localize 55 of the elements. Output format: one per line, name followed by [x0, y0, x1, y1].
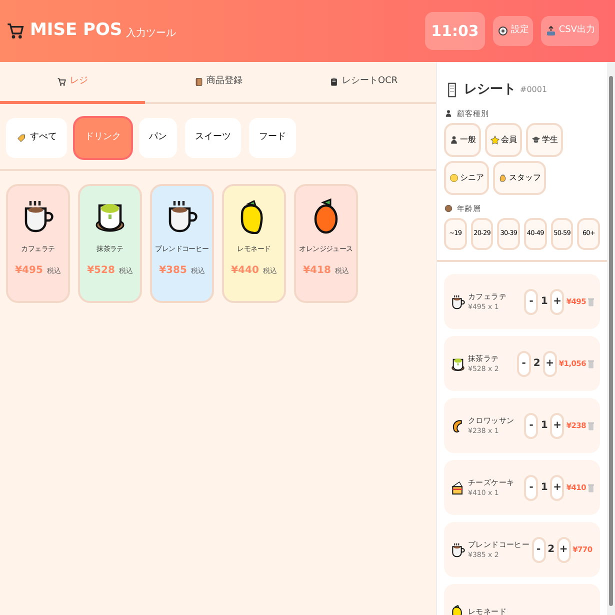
person-icon	[444, 108, 454, 118]
export-icon	[544, 25, 557, 37]
increase-button[interactable]: +	[556, 536, 571, 562]
customer-type-button[interactable]: 学生	[526, 122, 564, 157]
increase-button[interactable]: +	[550, 412, 564, 438]
settings-icon	[496, 25, 509, 37]
customer-type-button[interactable]: スタッフ	[493, 160, 546, 195]
tab[interactable]: 商品登録	[145, 62, 291, 102]
trash-icon[interactable]	[588, 482, 594, 492]
item-quantity: 1	[540, 295, 548, 309]
product-price: ¥385	[159, 264, 187, 278]
customer-type-button[interactable]: シニア	[444, 160, 490, 195]
decrease-button[interactable]: -	[524, 412, 538, 438]
product-price: ¥440	[231, 264, 259, 278]
tea-cup-icon	[450, 356, 466, 372]
item-quantity: 2	[548, 543, 555, 557]
increase-button[interactable]: +	[550, 288, 564, 314]
graduation-cap-icon	[531, 134, 542, 145]
trash-icon[interactable]	[588, 358, 594, 368]
trash-icon[interactable]	[588, 296, 594, 306]
category-chip[interactable]: フード	[249, 118, 296, 158]
item-quantity: 2	[532, 357, 541, 371]
star-icon	[490, 134, 500, 145]
customer-type-button[interactable]: 一般	[444, 122, 482, 157]
cart-icon	[6, 21, 26, 41]
book-icon	[194, 77, 204, 87]
tag-icon	[16, 132, 27, 144]
cup-icon	[450, 294, 466, 310]
tab[interactable]: レシートOCR	[290, 62, 436, 102]
increase-button[interactable]: +	[542, 350, 557, 376]
app-title: MISE POS	[30, 19, 122, 42]
increase-button[interactable]: +	[550, 474, 564, 500]
category-chip[interactable]: パン	[139, 118, 177, 158]
scrollbar[interactable]	[607, 62, 615, 615]
clock-display: 11:03	[425, 12, 485, 50]
app-subtitle: 入力ツール	[126, 26, 176, 40]
category-chip[interactable]: すべて	[6, 118, 67, 158]
product-price: ¥418	[303, 264, 331, 278]
item-quantity: 1	[540, 481, 548, 495]
product-price: ¥495	[15, 264, 43, 278]
trash-icon[interactable]	[588, 420, 594, 430]
cup-icon	[450, 542, 466, 558]
cart-icon	[57, 76, 68, 86]
decrease-button[interactable]: -	[532, 536, 546, 562]
item-quantity: 1	[540, 419, 548, 433]
clipboard-icon	[329, 77, 340, 87]
category-chip[interactable]: スイーツ	[185, 118, 241, 158]
receipt-title: レシート	[464, 81, 516, 99]
receipt-number: #0001	[520, 84, 548, 96]
product-price: ¥528	[87, 264, 115, 278]
decrease-button[interactable]: -	[524, 288, 538, 314]
person-icon	[449, 134, 460, 145]
decrease-button[interactable]: -	[516, 350, 531, 376]
customer-type-button[interactable]: 会員	[485, 122, 522, 157]
decrease-button[interactable]: -	[524, 474, 538, 500]
